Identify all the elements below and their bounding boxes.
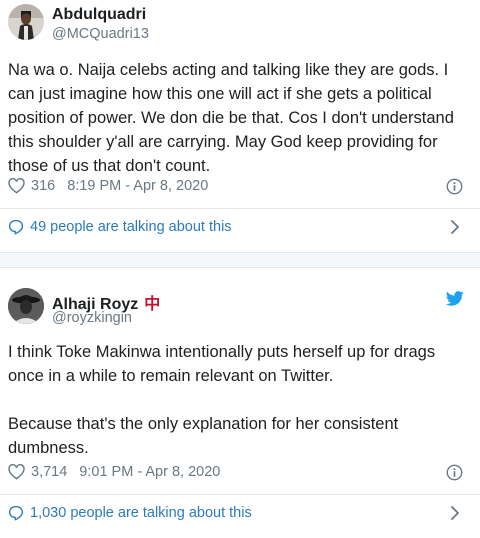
- tweet-card-1: Abdulquadri @MCQuadri13 Na wa o. Naija c…: [0, 0, 480, 253]
- info-icon[interactable]: [446, 178, 463, 195]
- author-name[interactable]: Abdulquadri: [52, 6, 146, 24]
- info-icon[interactable]: [446, 464, 463, 481]
- tweet-text: Na wa o. Naija celebs acting and talking…: [8, 58, 473, 178]
- tweet-meta: 316 8:19 PM - Apr 8, 2020: [8, 178, 208, 194]
- tweet-header: Abdulquadri @MCQuadri13: [0, 0, 480, 50]
- tweet-text: I think Toke Makinwa intentionally puts …: [8, 340, 473, 460]
- talking-text[interactable]: 49 people are talking about this: [30, 219, 232, 235]
- chevron-right-icon[interactable]: [450, 219, 460, 235]
- heart-icon[interactable]: [8, 178, 25, 194]
- tweet-paragraph: I think Toke Makinwa intentionally puts …: [8, 343, 436, 385]
- heart-icon[interactable]: [8, 464, 25, 480]
- timestamp[interactable]: 9:01 PM - Apr 8, 2020: [79, 464, 220, 480]
- tweet-card-2: Alhaji Royz 中 @royzkingin I think Toke Ma…: [0, 267, 480, 538]
- speech-bubble-icon: [8, 505, 24, 521]
- talking-link[interactable]: 1,030 people are talking about this: [8, 500, 470, 526]
- author-handle[interactable]: @royzkingin: [52, 310, 132, 326]
- talking-text[interactable]: 1,030 people are talking about this: [30, 505, 252, 521]
- author-handle[interactable]: @MCQuadri13: [52, 26, 149, 42]
- divider: [0, 494, 480, 495]
- divider: [0, 208, 480, 209]
- speech-bubble-icon: [8, 219, 24, 235]
- name-badge: 中: [144, 296, 161, 313]
- tweet-paragraph: Na wa o. Naija celebs acting and talking…: [8, 61, 454, 175]
- tweet-meta: 3,714 9:01 PM - Apr 8, 2020: [8, 464, 220, 480]
- like-count[interactable]: 316: [31, 178, 55, 194]
- twitter-bird-icon[interactable]: [446, 291, 464, 306]
- avatar[interactable]: [8, 4, 44, 40]
- avatar[interactable]: [8, 288, 44, 324]
- chevron-right-icon[interactable]: [450, 505, 460, 521]
- tweet-separator: [0, 253, 480, 267]
- like-count[interactable]: 3,714: [31, 464, 67, 480]
- timestamp[interactable]: 8:19 PM - Apr 8, 2020: [67, 178, 208, 194]
- tweet-paragraph: Because that's the only explanation for …: [8, 415, 399, 457]
- talking-link[interactable]: 49 people are talking about this: [8, 214, 470, 240]
